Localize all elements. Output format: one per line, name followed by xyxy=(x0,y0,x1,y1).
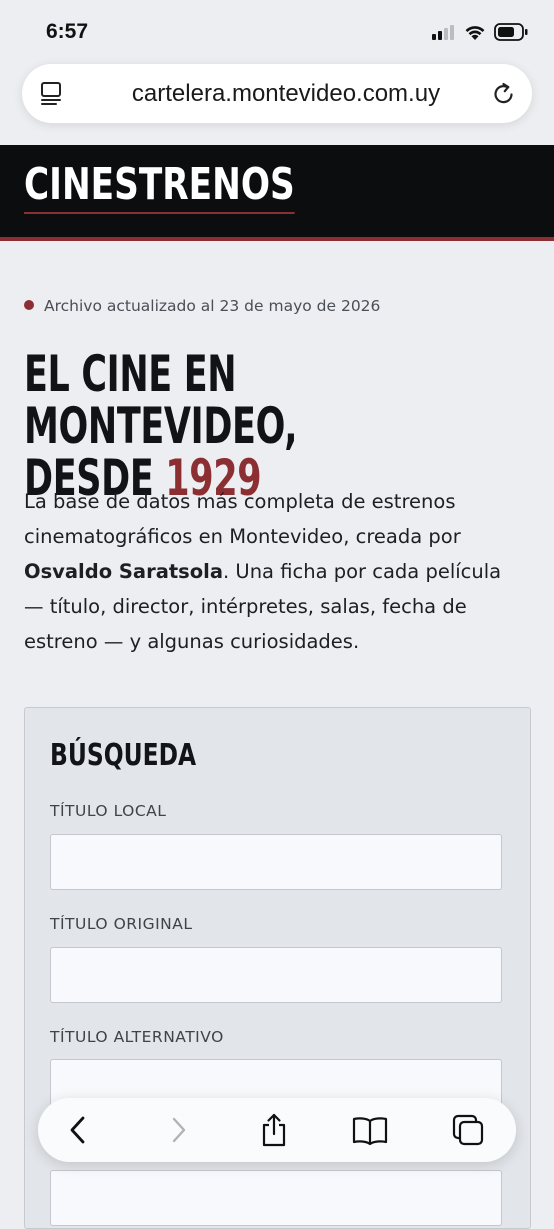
status-icons xyxy=(432,23,528,41)
status-bar: 6:57 xyxy=(0,0,554,66)
browser-toolbar xyxy=(38,1098,516,1162)
forward-button[interactable] xyxy=(158,1112,198,1148)
intro-paragraph: La base de datos más completa de estreno… xyxy=(24,484,524,659)
bookmarks-icon xyxy=(352,1117,388,1146)
share-icon xyxy=(262,1113,286,1147)
forward-icon xyxy=(172,1117,186,1143)
share-button[interactable] xyxy=(254,1112,294,1148)
tabs-button[interactable] xyxy=(448,1112,488,1148)
page-title-line1: EL CINE EN MONTEVIDEO, xyxy=(24,345,298,455)
intro-text-start: La base de datos más completa de estreno… xyxy=(24,490,461,548)
back-icon xyxy=(70,1116,85,1144)
titulo-local-input[interactable] xyxy=(50,834,502,890)
field-label-titulo-original: TÍTULO ORIGINAL xyxy=(50,915,193,933)
url-text: cartelera.montevideo.com.uy xyxy=(131,80,441,107)
next-field-input[interactable] xyxy=(50,1170,502,1226)
back-button[interactable] xyxy=(59,1112,99,1148)
address-bar[interactable]: cartelera.montevideo.com.uy xyxy=(22,64,532,123)
intro-author: Osvaldo Saratsola xyxy=(24,560,224,583)
archive-updated-text: Archivo actualizado al 23 de mayo de 202… xyxy=(44,297,381,315)
status-dot-icon xyxy=(24,300,34,310)
titulo-original-input[interactable] xyxy=(50,947,502,1003)
status-time: 6:57 xyxy=(46,20,89,43)
tabs-icon xyxy=(452,1114,484,1146)
field-label-titulo-local: TÍTULO LOCAL xyxy=(50,802,167,820)
wifi-icon xyxy=(465,25,485,40)
page-title: EL CINE EN MONTEVIDEO, DESDE 1929 xyxy=(24,348,507,504)
battery-icon xyxy=(494,23,528,41)
field-label-titulo-alternativo: TÍTULO ALTERNATIVO xyxy=(50,1028,224,1046)
reload-icon[interactable] xyxy=(490,80,518,108)
archive-updated-notice: Archivo actualizado al 23 de mayo de 202… xyxy=(24,297,380,315)
site-header: CINESTRENOS xyxy=(0,145,554,241)
signal-icon xyxy=(432,25,454,40)
bookmarks-button[interactable] xyxy=(350,1112,390,1148)
search-heading: BÚSQUEDA xyxy=(50,738,197,773)
site-logo[interactable]: CINESTRENOS xyxy=(24,159,295,214)
